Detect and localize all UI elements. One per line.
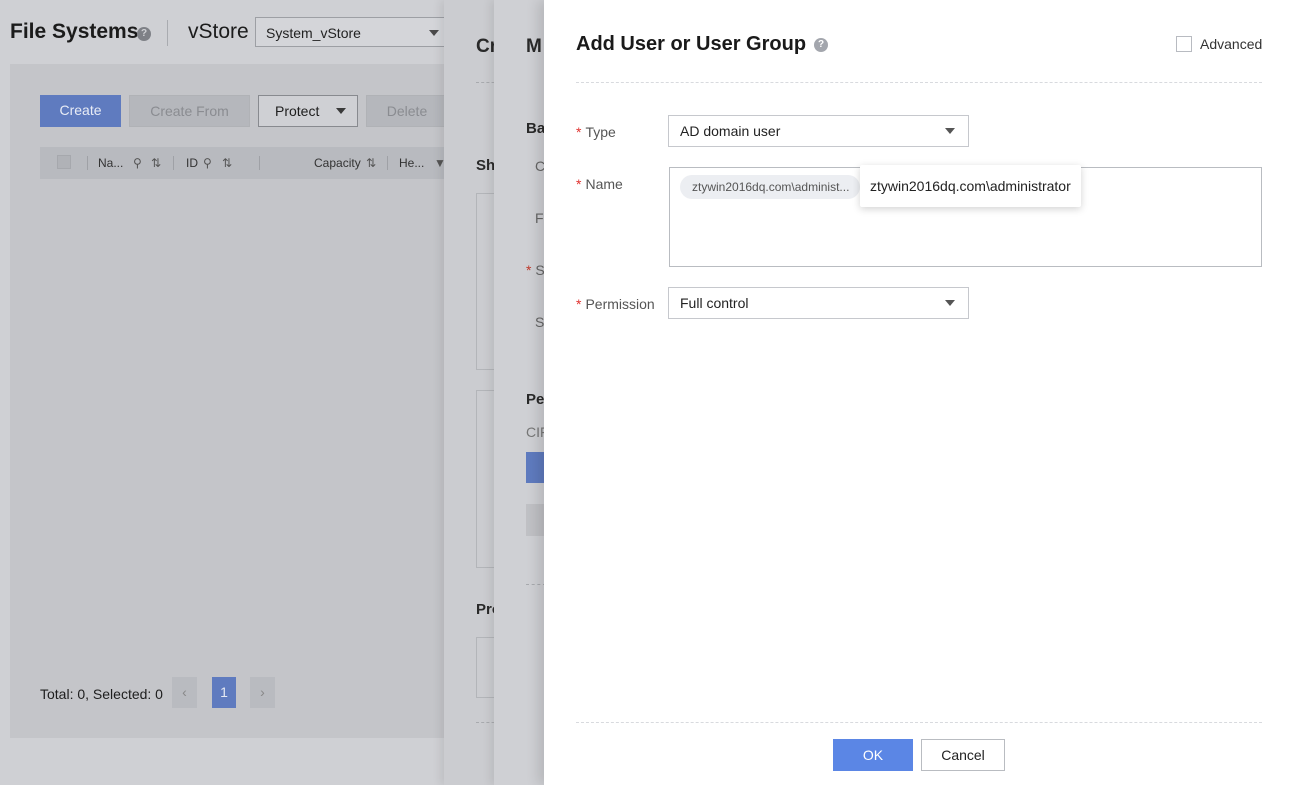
create-from-button[interactable]: Create From <box>129 95 250 127</box>
select-all-checkbox[interactable] <box>57 155 71 169</box>
page-title: File Systems <box>10 20 139 43</box>
column-capacity[interactable]: Capacity <box>314 156 361 170</box>
table-row-divider <box>526 584 546 585</box>
column-divider <box>387 156 388 170</box>
advanced-checkbox[interactable] <box>1176 36 1192 52</box>
required-mark: * <box>576 124 582 140</box>
name-tag[interactable]: ztywin2016dq.com\administ... <box>680 175 860 199</box>
delete-button[interactable]: Delete <box>366 95 448 127</box>
search-icon[interactable]: ⚲ <box>133 156 142 170</box>
chevron-down-icon <box>945 128 955 134</box>
create-button[interactable]: Create <box>40 95 121 127</box>
header-divider <box>576 82 1262 83</box>
chevron-down-icon <box>429 30 439 36</box>
permission-label-text: Permission <box>585 296 655 312</box>
page-number[interactable]: 1 <box>212 677 236 708</box>
vstore-select[interactable]: System_vStore <box>255 17 448 47</box>
form-label: * S <box>526 262 545 278</box>
sort-icon[interactable]: ⇅ <box>222 156 232 170</box>
help-icon[interactable]: ? <box>814 38 828 52</box>
ok-button[interactable]: OK <box>833 739 913 771</box>
advanced-label[interactable]: Advanced <box>1200 36 1262 52</box>
section-heading: Ba <box>526 120 546 137</box>
name-label: * Name <box>576 176 623 192</box>
type-select-value: AD domain user <box>680 123 781 139</box>
add-user-dialog: Add User or User Group ? Advanced * Type … <box>544 0 1294 785</box>
type-select[interactable]: AD domain user <box>668 115 969 147</box>
section-heading: Pe <box>526 391 545 408</box>
section-heading: Sh <box>476 157 496 174</box>
chevron-down-icon <box>336 108 346 114</box>
dialog-title: Add User or User Group <box>576 33 807 55</box>
vstore-select-value: System_vStore <box>266 25 361 41</box>
column-health[interactable]: He... <box>399 156 424 170</box>
footer-divider <box>576 722 1262 723</box>
form-label: S <box>535 314 545 330</box>
required-mark: * <box>576 176 582 192</box>
drawer-title: M <box>526 36 542 57</box>
sort-icon[interactable]: ⇅ <box>151 156 161 170</box>
next-page-button[interactable]: › <box>250 677 275 708</box>
protect-button[interactable]: Protect <box>258 95 358 127</box>
permission-label: * Permission <box>576 296 655 312</box>
type-label: * Type <box>576 124 616 140</box>
add-button[interactable] <box>526 452 546 483</box>
column-id[interactable]: ID <box>186 156 198 170</box>
column-name[interactable]: Na... <box>98 156 123 170</box>
vstore-label: vStore <box>188 20 249 43</box>
protect-button-label: Protect <box>275 103 320 119</box>
name-label-text: Name <box>585 176 623 192</box>
cancel-button[interactable]: Cancel <box>921 739 1005 771</box>
table-header <box>526 504 546 536</box>
type-label-text: Type <box>585 124 616 140</box>
table-header: Na... ⚲ ⇅ ID ⚲ ⇅ Capacity ⇅ He... ▼ <box>40 147 450 179</box>
header-divider <box>167 20 168 46</box>
search-icon[interactable]: ⚲ <box>203 156 212 170</box>
column-divider <box>173 156 174 170</box>
column-divider <box>87 156 88 170</box>
prev-page-button[interactable]: ‹ <box>172 677 197 708</box>
help-icon[interactable]: ? <box>137 27 151 41</box>
chevron-down-icon <box>945 300 955 306</box>
sort-icon[interactable]: ⇅ <box>366 156 376 170</box>
permission-select[interactable]: Full control <box>668 287 969 319</box>
name-tooltip: ztywin2016dq.com\administrator <box>860 165 1081 207</box>
required-mark: * <box>526 262 532 278</box>
required-mark: * <box>576 296 582 312</box>
permission-select-value: Full control <box>680 295 749 311</box>
column-divider <box>259 156 260 170</box>
table-summary: Total: 0, Selected: 0 <box>40 686 163 702</box>
